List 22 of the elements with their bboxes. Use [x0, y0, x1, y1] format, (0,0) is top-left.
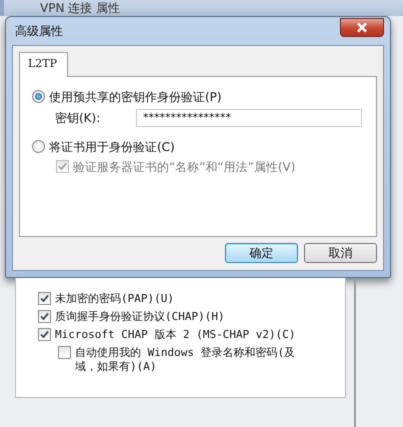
option-label: 质询握手身份验证协议(CHAP)(H): [55, 310, 225, 324]
ok-button[interactable]: 确定: [225, 243, 298, 263]
checkbox[interactable]: [38, 328, 51, 341]
checkbox[interactable]: [58, 346, 71, 359]
password-field[interactable]: ****************: [136, 108, 362, 126]
cancel-button[interactable]: 取消: [304, 243, 377, 263]
radio-button[interactable]: [32, 140, 45, 153]
option-label: Microsoft CHAP 版本 2 (MS-CHAP v2)(C): [55, 328, 296, 342]
tab[interactable]: L2TP: [19, 52, 68, 76]
option-label: 自动使用我的 Windows 登录名称和密码(及域，如果有)(A): [75, 346, 296, 374]
close-icon: [356, 22, 368, 32]
checkbox[interactable]: [38, 310, 51, 323]
close-button[interactable]: [340, 18, 384, 36]
checkbox[interactable]: [38, 292, 51, 305]
option-label: 使用预共享的密钥作身份验证(P): [49, 88, 222, 104]
option-label: 未加密的密码(PAP)(U): [55, 292, 174, 306]
field-label: 密钥(K):: [55, 110, 102, 126]
option-label: 验证服务器证书的“名称”和“用法”属性(V): [73, 158, 296, 174]
radio-button[interactable]: [32, 90, 45, 103]
dialog-title: 高级属性: [15, 23, 63, 40]
window-title: VPN 连接 属性: [0, 0, 403, 16]
option-label: 将证书用于身份验证(C): [49, 138, 175, 154]
